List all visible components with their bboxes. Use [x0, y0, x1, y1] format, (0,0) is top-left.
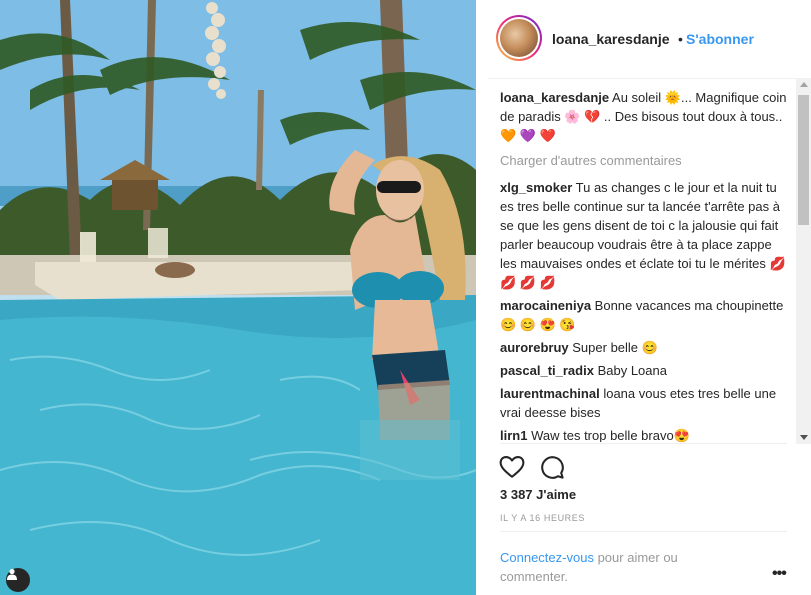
comment-username[interactable]: loana_karesdanje	[500, 90, 609, 105]
likes-count[interactable]: 3 387 J'aime	[500, 487, 576, 502]
avatar-image	[500, 19, 538, 57]
header-separator-dot: •	[678, 31, 683, 47]
comment-username[interactable]: marocaineniya	[500, 298, 591, 313]
comment-text: Waw tes trop belle bravo😍	[531, 428, 690, 442]
heart-icon	[499, 456, 525, 478]
comment-text: Baby Loana	[597, 363, 667, 378]
comment-button[interactable]	[539, 454, 565, 480]
more-options-button[interactable]: •••	[772, 565, 787, 583]
list-item: laurentmachinal loana vous etes tres bel…	[500, 384, 790, 422]
comment-username[interactable]: pascal_ti_radix	[500, 363, 594, 378]
user-tag-button[interactable]	[6, 568, 30, 592]
divider	[500, 531, 787, 532]
post-timestamp[interactable]: IL Y A 16 HEURES	[500, 513, 585, 523]
caption-comment: loana_karesdanje Au soleil 🌞... Magnifiq…	[500, 88, 790, 145]
scroll-down-arrow-icon[interactable]	[800, 435, 808, 440]
header-username[interactable]: loana_karesdanje	[552, 31, 670, 47]
comment-text: Tu as changes c le jour et la nuit tu es…	[500, 180, 786, 290]
load-more-comments-button[interactable]: Charger d'autres commentaires	[500, 151, 790, 170]
divider	[500, 443, 787, 444]
list-item: lirn1 Waw tes trop belle bravo😍	[500, 426, 790, 442]
list-item: xlg_smoker Tu as changes c le jour et la…	[500, 178, 790, 292]
user-tag-icon	[7, 568, 17, 580]
list-item: pascal_ti_radix Baby Loana	[500, 361, 790, 380]
comments-scrollbar[interactable]	[796, 78, 811, 444]
post-side-panel: loana_karesdanje • S'abonner loana_kares…	[476, 0, 811, 595]
post-header: loana_karesdanje • S'abonner	[488, 0, 799, 79]
list-item: aurorebruy Super belle 😊	[500, 338, 790, 357]
comment-text: Super belle 😊	[572, 340, 658, 355]
login-link[interactable]: Connectez-vous	[500, 550, 594, 565]
post-photo[interactable]	[0, 0, 476, 595]
comment-username[interactable]: aurorebruy	[500, 340, 569, 355]
scroll-up-arrow-icon[interactable]	[800, 82, 808, 87]
login-prompt: Connectez-vous pour aimer ou commenter.	[500, 548, 730, 586]
like-button[interactable]	[499, 454, 525, 480]
avatar[interactable]	[496, 15, 542, 61]
scrollbar-thumb[interactable]	[798, 95, 809, 225]
comment-username[interactable]: lirn1	[500, 428, 527, 442]
list-item: marocaineniya Bonne vacances ma choupine…	[500, 296, 790, 334]
comment-icon	[541, 456, 564, 479]
follow-button[interactable]: S'abonner	[686, 31, 754, 47]
photo-scene	[0, 0, 476, 595]
avatar-frame	[498, 17, 540, 59]
comment-username[interactable]: xlg_smoker	[500, 180, 572, 195]
comment-username[interactable]: laurentmachinal	[500, 386, 600, 401]
comments-list: loana_karesdanje Au soleil 🌞... Magnifiq…	[500, 88, 790, 442]
